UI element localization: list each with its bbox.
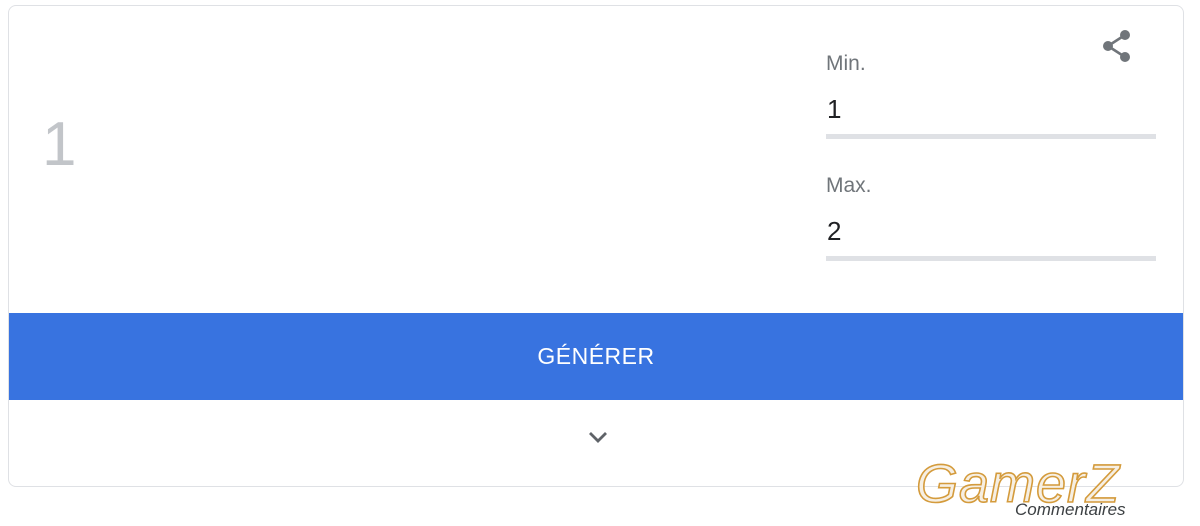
max-label: Max.: [826, 174, 872, 197]
chevron-down-icon: [589, 432, 607, 443]
min-label: Min.: [826, 52, 866, 75]
generate-button[interactable]: GÉNÉRER: [9, 313, 1183, 400]
generated-number: 1: [42, 110, 77, 179]
feedback-link[interactable]: Commentaires: [1015, 500, 1126, 520]
max-input[interactable]: [826, 217, 1156, 261]
min-input[interactable]: [826, 95, 1156, 139]
min-field: Min.: [826, 50, 1156, 139]
max-field: Max.: [826, 172, 1156, 261]
random-number-card: 1 Min. Max. GÉNÉRER: [8, 5, 1184, 487]
